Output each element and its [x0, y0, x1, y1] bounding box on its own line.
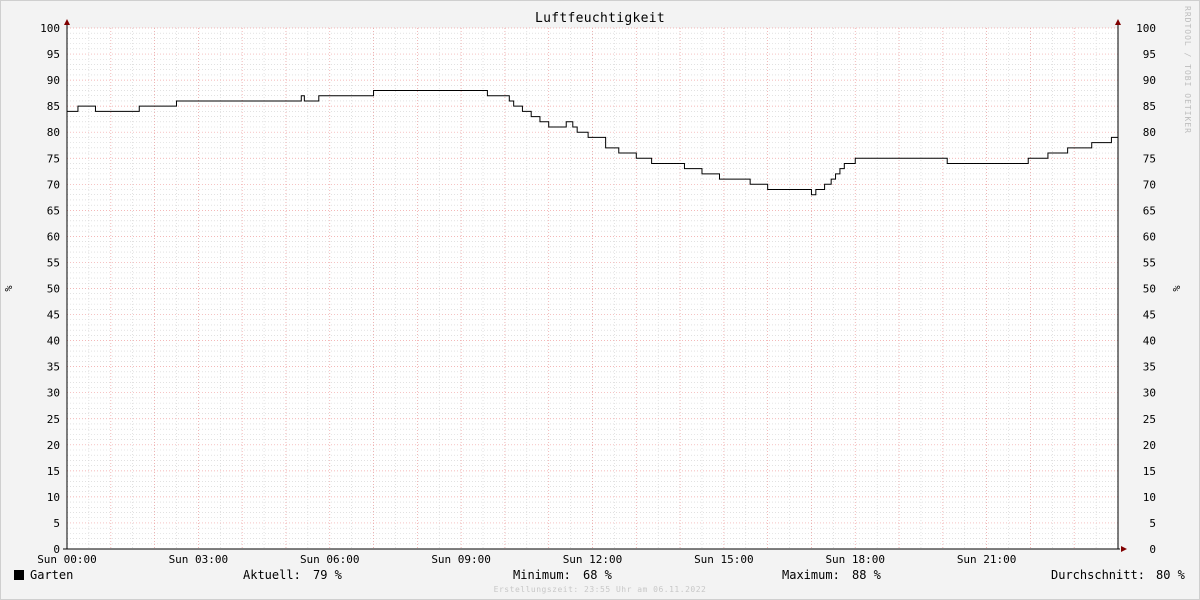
x-tick-label: Sun 00:00 — [37, 553, 97, 566]
y-tick-label-left: 15 — [47, 465, 60, 478]
chart-title: Luftfeuchtigkeit — [534, 11, 666, 26]
y-tick-label-left: 10 — [47, 491, 60, 504]
x-tick-label: Sun 03:00 — [169, 553, 229, 566]
x-axis-arrow — [1121, 546, 1127, 552]
rrdtool-watermark: RRDTOOL / TOBI OETIKER — [1183, 6, 1192, 134]
y-tick-label-right: 80 — [1143, 126, 1156, 139]
y-tick-label-right: 90 — [1143, 74, 1156, 87]
x-tick-label: Sun 18:00 — [825, 553, 885, 566]
y-tick-label-left: 35 — [47, 361, 60, 374]
y-tick-label-left: 40 — [47, 335, 60, 348]
legend-current-label: Aktuell: — [243, 568, 301, 582]
y-tick-label-right: 50 — [1143, 283, 1156, 296]
y-axis-label-right: % — [1172, 285, 1183, 291]
y-tick-label-left: 70 — [47, 178, 60, 191]
humidity-chart: 0 05 510 1015 1520 2025 2530 3035 3540 4045 4550 50… — [4, 19, 1183, 566]
y-tick-label-left: 20 — [47, 439, 60, 452]
y-tick-label-right: 55 — [1143, 256, 1156, 269]
x-tick-label: Sun 21:00 — [957, 553, 1017, 566]
y-tick-label-right: 0 — [1149, 543, 1156, 556]
y-tick-label-left: 60 — [47, 230, 60, 243]
y-tick-label-right: 70 — [1143, 178, 1156, 191]
y-tick-label-right: 10 — [1143, 491, 1156, 504]
y-tick-label-right: 60 — [1143, 230, 1156, 243]
legend-max-label: Maximum: — [782, 568, 840, 582]
legend-min-value: 68 % — [583, 568, 612, 582]
x-tick-label: Sun 15:00 — [694, 553, 754, 566]
y-tick-label-right: 5 — [1149, 517, 1156, 530]
y-tick-label-left: 45 — [47, 309, 60, 322]
legend-series-name: Garten — [30, 568, 74, 582]
y-tick-label-right: 75 — [1143, 152, 1156, 165]
y-tick-label-right: 85 — [1143, 100, 1156, 113]
legend-min-label: Minimum: — [513, 568, 571, 582]
legend-avg-value: 80 % — [1156, 568, 1185, 582]
creation-timestamp: Erstellungszeit: 23:55 Uhr am 06.11.2022 — [493, 585, 707, 594]
y-tick-label-left: 55 — [47, 256, 60, 269]
legend-current-value: 79 % — [313, 568, 342, 582]
y-tick-label-left: 80 — [47, 126, 60, 139]
y-tick-label-right: 40 — [1143, 335, 1156, 348]
y-axis-label-left: % — [4, 285, 15, 291]
y-tick-label-right: 35 — [1143, 361, 1156, 374]
y-tick-label-right: 25 — [1143, 413, 1156, 426]
y-tick-label-right: 20 — [1143, 439, 1156, 452]
y-tick-label-right: 95 — [1143, 48, 1156, 61]
x-tick-label: Sun 12:00 — [563, 553, 623, 566]
y-tick-label-left: 95 — [47, 48, 60, 61]
legend-max-value: 88 % — [852, 568, 881, 582]
y-tick-label-left: 30 — [47, 387, 60, 400]
y-tick-label-left: 50 — [47, 283, 60, 296]
y-tick-label-left: 75 — [47, 152, 60, 165]
y-tick-label-left: 85 — [47, 100, 60, 113]
legend-swatch-garten — [14, 570, 24, 580]
x-tick-label: Sun 06:00 — [300, 553, 360, 566]
y-tick-label-left: 5 — [53, 517, 60, 530]
y-tick-label-right: 15 — [1143, 465, 1156, 478]
legend-avg-label: Durchschnitt: — [1051, 568, 1145, 582]
y-tick-label-right: 30 — [1143, 387, 1156, 400]
y-tick-label-left: 65 — [47, 204, 60, 217]
x-tick-label: Sun 09:00 — [431, 553, 491, 566]
y-tick-label-right: 45 — [1143, 309, 1156, 322]
y-tick-label-left: 25 — [47, 413, 60, 426]
y-tick-label-left: 90 — [47, 74, 60, 87]
y-tick-label-right: 65 — [1143, 204, 1156, 217]
